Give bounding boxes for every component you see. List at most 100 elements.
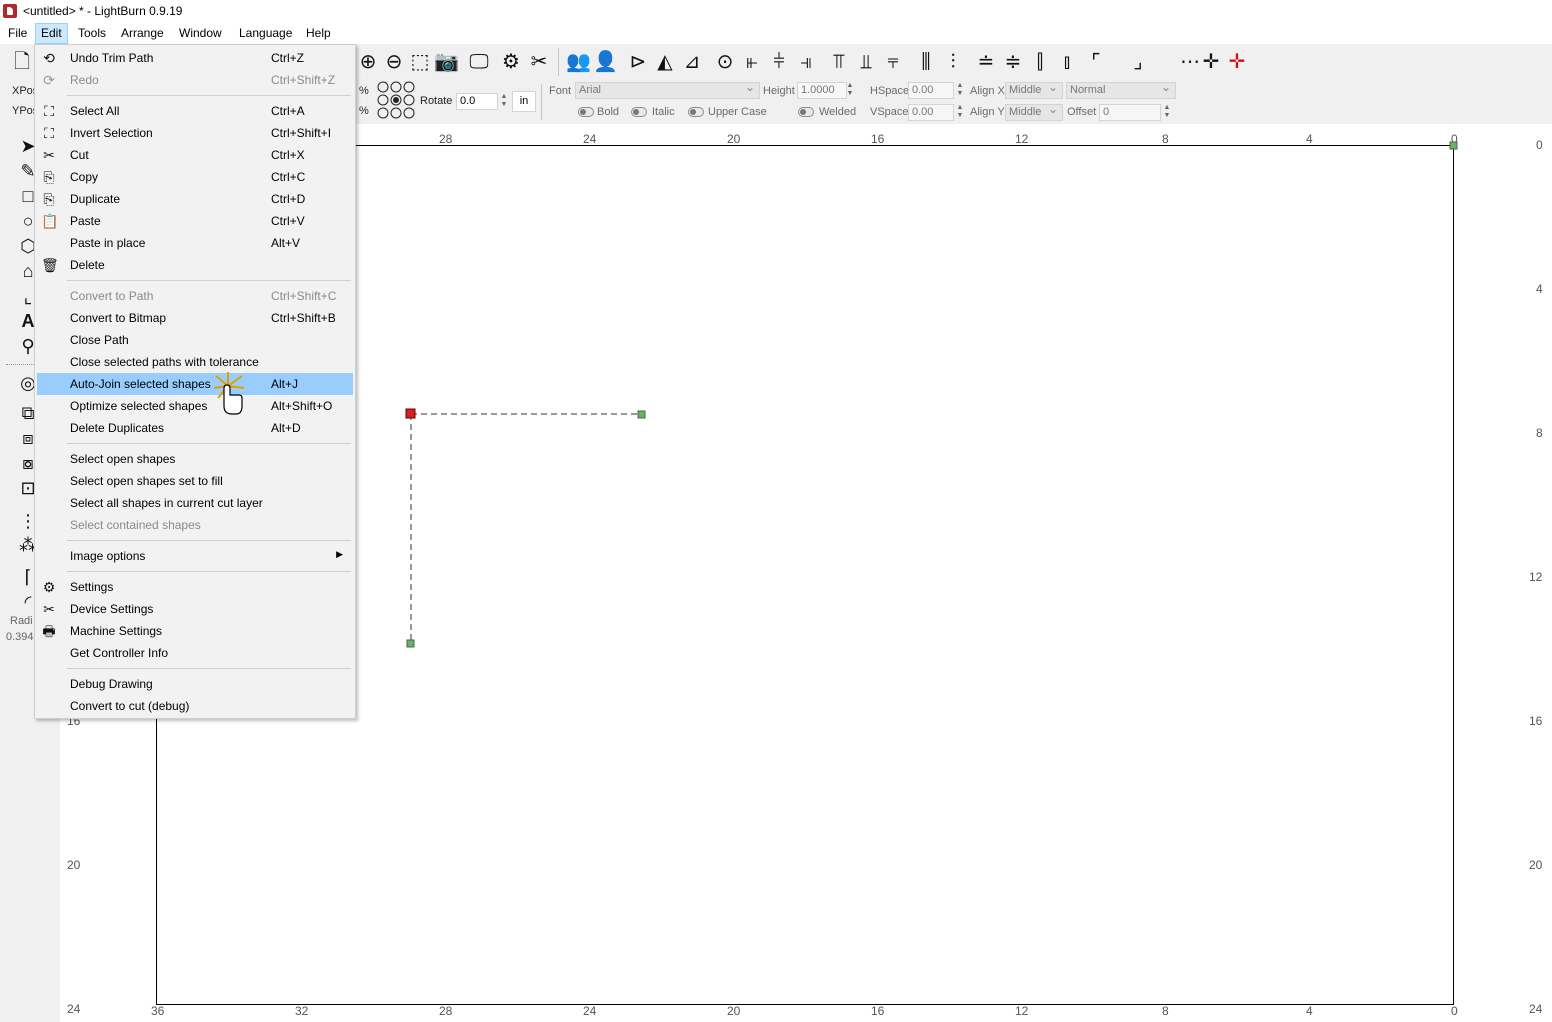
corner-icon[interactable]: ⌜ bbox=[1084, 50, 1108, 74]
align-center-icon[interactable]: ⊙ bbox=[713, 50, 737, 74]
menu-item-device-settings[interactable]: ✂ Device Settings bbox=[37, 598, 353, 620]
vspace-spinner[interactable]: ▲ ▼ bbox=[956, 104, 964, 121]
red-crosshair-icon[interactable]: ✛ bbox=[1225, 50, 1249, 74]
rotate-input[interactable]: 0.0 bbox=[456, 93, 498, 110]
menu-item-machine-settings[interactable]: 🖶 Machine Settings bbox=[37, 620, 353, 642]
alignx-select[interactable]: Middle bbox=[1005, 80, 1063, 99]
ruler-left-label: 20 bbox=[67, 858, 81, 872]
crosshair-icon[interactable]: ✛ bbox=[1199, 50, 1223, 74]
menu-item-optimize-shapes[interactable]: Optimize selected shapes Alt+Shift+O bbox=[37, 395, 353, 417]
align-left-icon[interactable]: ⫦ bbox=[740, 50, 764, 74]
menu-item-paste-in-place[interactable]: Paste in place Alt+V bbox=[37, 232, 353, 254]
menu-item-close-paths-tolerance[interactable]: Close selected paths with tolerance bbox=[37, 351, 353, 373]
align-right-icon[interactable]: ⫣ bbox=[794, 50, 818, 74]
menu-item-select-all-in-layer[interactable]: Select all shapes in current cut layer bbox=[37, 492, 353, 514]
menu-item-image-options[interactable]: Image options ▶ bbox=[37, 545, 353, 567]
menu-item-get-controller-info[interactable]: Get Controller Info bbox=[37, 642, 353, 664]
menu-item-label: Duplicate bbox=[70, 192, 121, 206]
menu-edit[interactable]: Edit bbox=[35, 23, 68, 44]
align-bottom-icon[interactable]: ⫧ bbox=[881, 50, 905, 74]
distribute-h-icon[interactable]: ⫼ bbox=[914, 50, 938, 74]
camera-icon[interactable]: 📷 bbox=[434, 50, 459, 74]
menu-item-auto-join[interactable]: Auto-Join selected shapes Alt+J bbox=[37, 373, 353, 395]
aligny-select[interactable]: Middle bbox=[1005, 102, 1063, 121]
menu-item-select-contained[interactable]: Select contained shapes bbox=[37, 514, 353, 536]
height-spinner[interactable]: ▲ ▼ bbox=[846, 82, 854, 99]
menu-item-settings[interactable]: ⚙ Settings bbox=[37, 576, 353, 598]
menu-item-paste[interactable]: 📋 Paste Ctrl+V bbox=[37, 210, 353, 232]
menu-item-duplicate[interactable]: ⎘ Duplicate Ctrl+D bbox=[37, 188, 353, 210]
zoom-frame-icon[interactable]: ⬚ bbox=[408, 50, 432, 74]
menu-item-delete-duplicates[interactable]: Delete Duplicates Alt+D bbox=[37, 417, 353, 439]
settings-gear-icon[interactable]: ⚙ bbox=[499, 50, 523, 74]
menu-window[interactable]: Window bbox=[174, 23, 227, 44]
step-icon[interactable]: ⌟ bbox=[1126, 50, 1150, 74]
space-h-icon[interactable]: ≐ bbox=[974, 50, 998, 74]
selected-open-path[interactable] bbox=[400, 404, 656, 656]
menu-item-copy[interactable]: ⎘ Copy Ctrl+C bbox=[37, 166, 353, 188]
bold-toggle[interactable] bbox=[578, 107, 594, 117]
offset-input[interactable]: 0 bbox=[1099, 104, 1161, 121]
anchor-grid-icon[interactable] bbox=[376, 81, 418, 121]
monitor-icon[interactable]: 🖵 bbox=[467, 50, 491, 74]
ruler-right-label: 4 bbox=[1536, 282, 1543, 296]
new-file-icon[interactable]: 🗋 bbox=[10, 50, 34, 74]
ungroup-icon[interactable]: 👤 bbox=[593, 50, 618, 74]
menu-item-debug-drawing[interactable]: Debug Drawing bbox=[37, 673, 353, 695]
flip-horizontal-icon[interactable]: ⊳ bbox=[626, 50, 650, 74]
menu-item-label: Select contained shapes bbox=[70, 518, 201, 532]
move-apart-icon[interactable]: ⫾ bbox=[1055, 50, 1079, 74]
align-top-icon[interactable]: ⫪ bbox=[827, 50, 851, 74]
welded-toggle[interactable] bbox=[798, 107, 814, 117]
text-style-select[interactable]: Normal bbox=[1066, 80, 1176, 99]
space-v-icon[interactable]: ≑ bbox=[1001, 50, 1025, 74]
menu-item-select-open-shapes[interactable]: Select open shapes bbox=[37, 448, 353, 470]
zoom-in-icon[interactable]: ⊕ bbox=[356, 50, 380, 74]
align-vcenter-icon[interactable]: ⫫ bbox=[854, 50, 878, 74]
path-end-node[interactable] bbox=[637, 410, 646, 419]
italic-toggle[interactable] bbox=[631, 107, 647, 117]
path-end-node[interactable] bbox=[406, 639, 415, 648]
menu-item-label: Optimize selected shapes bbox=[70, 399, 208, 413]
menu-tools[interactable]: Tools bbox=[73, 23, 111, 44]
hspace-input[interactable]: 0.00 bbox=[908, 82, 954, 99]
menu-file[interactable]: File bbox=[3, 23, 32, 44]
menu-item-shortcut: Ctrl+Shift+B bbox=[271, 311, 336, 325]
upper-case-toggle[interactable] bbox=[688, 107, 704, 117]
menu-item-select-open-shapes-fill[interactable]: Select open shapes set to fill bbox=[37, 470, 353, 492]
menu-item-redo[interactable]: ⟳ Redo Ctrl+Shift+Z bbox=[37, 69, 353, 91]
text-height-input[interactable]: 1.0000 bbox=[797, 82, 847, 99]
menu-arrange[interactable]: Arrange bbox=[116, 23, 169, 44]
tools-icon[interactable]: ✂ bbox=[527, 50, 551, 74]
menu-language[interactable]: Language bbox=[234, 23, 297, 44]
hspace-spinner[interactable]: ▲ ▼ bbox=[956, 82, 964, 99]
menu-item-invert-selection[interactable]: ⛶ Invert Selection Ctrl+Shift+I bbox=[37, 122, 353, 144]
distribute-v-icon[interactable]: ⫶ bbox=[941, 50, 965, 74]
font-select[interactable]: Arial bbox=[575, 80, 760, 99]
offset-spinner[interactable]: ▲ ▼ bbox=[1163, 104, 1171, 121]
menu-item-convert-to-path[interactable]: Convert to Path Ctrl+Shift+C bbox=[37, 285, 353, 307]
menu-item-shortcut: Ctrl+A bbox=[271, 104, 305, 118]
title-bar: <untitled> * - LightBurn 0.9.19 bbox=[0, 0, 1552, 23]
rotate-icon[interactable]: ⊿ bbox=[680, 50, 704, 74]
menu-help[interactable]: Help bbox=[301, 23, 336, 44]
menu-item-convert-to-bitmap[interactable]: Convert to Bitmap Ctrl+Shift+B bbox=[37, 307, 353, 329]
mirror-icon[interactable]: ◭ bbox=[653, 50, 677, 74]
menu-item-delete[interactable]: 🗑 Delete bbox=[37, 254, 353, 276]
unit-toggle-button[interactable]: in bbox=[512, 91, 536, 112]
menu-item-undo-trim-path[interactable]: ⟲ Undo Trim Path Ctrl+Z bbox=[37, 47, 353, 69]
align-hcenter-icon[interactable]: ⫩ bbox=[767, 50, 791, 74]
vspace-input[interactable]: 0.00 bbox=[908, 104, 954, 121]
path-start-node[interactable] bbox=[405, 408, 416, 419]
menu-item-convert-to-cut-debug[interactable]: Convert to cut (debug) bbox=[37, 695, 353, 717]
menu-item-close-path[interactable]: Close Path bbox=[37, 329, 353, 351]
rotate-spinner[interactable]: ▲ ▼ bbox=[500, 93, 508, 110]
undo-icon: ⟲ bbox=[43, 50, 55, 66]
move-together-icon[interactable]: ⫿ bbox=[1028, 50, 1052, 74]
menu-item-select-all[interactable]: ⛶ Select All Ctrl+A bbox=[37, 100, 353, 122]
menu-item-label: Convert to cut (debug) bbox=[70, 699, 190, 713]
zoom-out-icon[interactable]: ⊖ bbox=[382, 50, 406, 74]
hspace-label: HSpace bbox=[870, 85, 910, 97]
group-icon[interactable]: 👥 bbox=[566, 50, 591, 74]
menu-item-cut[interactable]: ✂ Cut Ctrl+X bbox=[37, 144, 353, 166]
